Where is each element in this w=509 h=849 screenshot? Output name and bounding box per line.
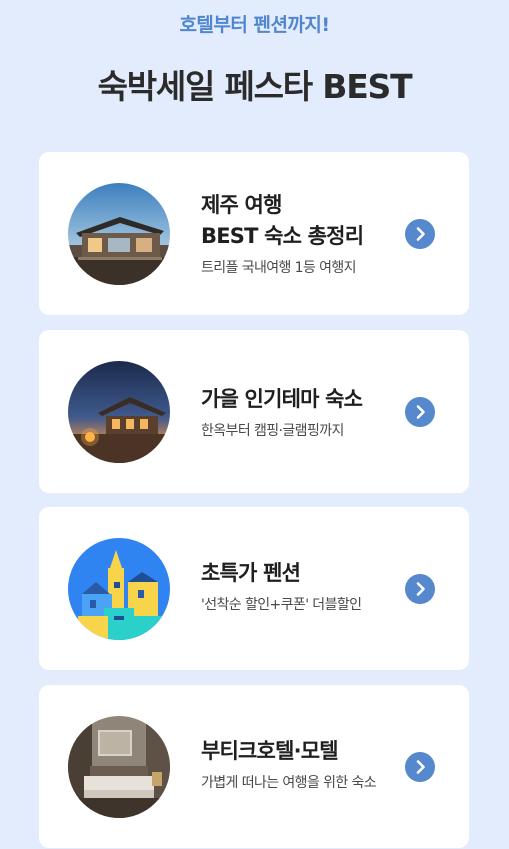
card-special-pension[interactable]: 초특가 펜션 '선착순 할인+쿠폰' 더블할인: [39, 507, 469, 670]
card-title-line: BEST 숙소 총정리: [201, 224, 364, 248]
boutique-hotel-room-image: [68, 716, 170, 818]
card-subtitle: 트리플 국내여행 1등 여행지: [201, 260, 357, 276]
card-title-line: 제주 여행: [201, 193, 282, 217]
chevron-right-icon[interactable]: [405, 574, 435, 604]
card-title-line: 초특가 펜션: [201, 561, 301, 585]
card-title-line: 부티크호텔·모텔: [201, 739, 339, 763]
chevron-right-icon[interactable]: [405, 397, 435, 427]
hanok-night-image: [68, 361, 170, 463]
card-title-line: 가을 인기테마 숙소: [201, 387, 363, 411]
card-boutique-hotel[interactable]: 부티크호텔·모텔 가볍게 떠나는 여행을 위한 숙소: [39, 685, 469, 848]
header-subtitle: 호텔부터 펜션까지!: [179, 14, 330, 36]
card-subtitle: 한옥부터 캠핑·글램핑까지: [201, 423, 344, 439]
pension-illustration-image: [68, 538, 170, 640]
card-subtitle: '선착순 할인+쿠폰' 더블할인: [201, 597, 362, 613]
card-title: 초특가 펜션: [201, 558, 399, 589]
chevron-right-icon[interactable]: [405, 219, 435, 249]
chevron-right-icon[interactable]: [405, 752, 435, 782]
card-title: 가을 인기테마 숙소: [201, 384, 399, 415]
jeju-modern-house-image: [68, 183, 170, 285]
card-autumn-theme[interactable]: 가을 인기테마 숙소 한옥부터 캠핑·글램핑까지: [39, 330, 469, 493]
card-title: 부티크호텔·모텔: [201, 736, 399, 767]
card-jeju-travel[interactable]: 제주 여행 BEST 숙소 총정리 트리플 국내여행 1등 여행지: [39, 152, 469, 315]
card-title: 제주 여행 BEST 숙소 총정리: [201, 190, 399, 252]
card-subtitle: 가볍게 떠나는 여행을 위한 숙소: [201, 775, 377, 791]
page-title: 숙박세일 페스타 BEST: [97, 67, 413, 106]
